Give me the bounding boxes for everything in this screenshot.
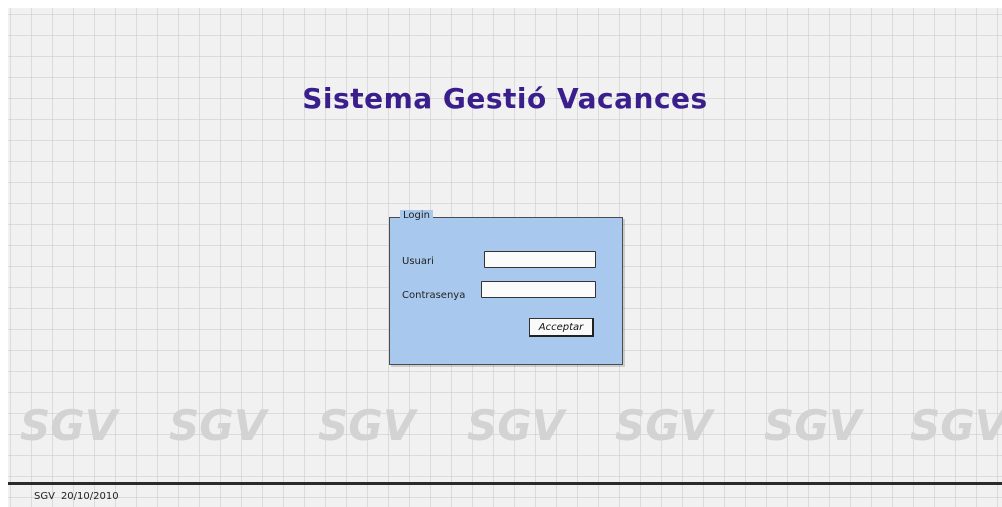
login-panel: Login Usuari Contrasenya Acceptar [389,210,623,365]
watermark-text: SGV [318,401,416,450]
password-input[interactable] [481,281,596,298]
watermark-row: SGV SGV SGV SGV SGV SGV SGV [8,401,1002,461]
watermark-text: SGV [169,401,267,450]
page-canvas: Sistema Gestió Vacances Login Usuari Con… [8,8,1002,507]
watermark-text: SGV [20,401,118,450]
login-legend: Login [400,210,433,221]
password-label: Contrasenya [402,290,466,301]
watermark-text: SGV [615,401,713,450]
footer-app-code: SGV [34,491,55,502]
footer: SGV 20/10/2010 [34,491,119,502]
watermark-text: SGV [764,401,862,450]
footer-divider [8,482,1002,485]
username-input[interactable] [484,251,596,268]
watermark-text: SGV [467,401,565,450]
username-label: Usuari [402,256,434,267]
footer-date: 20/10/2010 [60,491,119,502]
accept-button[interactable]: Acceptar [529,318,594,337]
watermark-text: SGV [910,401,1002,450]
page-title: Sistema Gestió Vacances [302,82,708,115]
